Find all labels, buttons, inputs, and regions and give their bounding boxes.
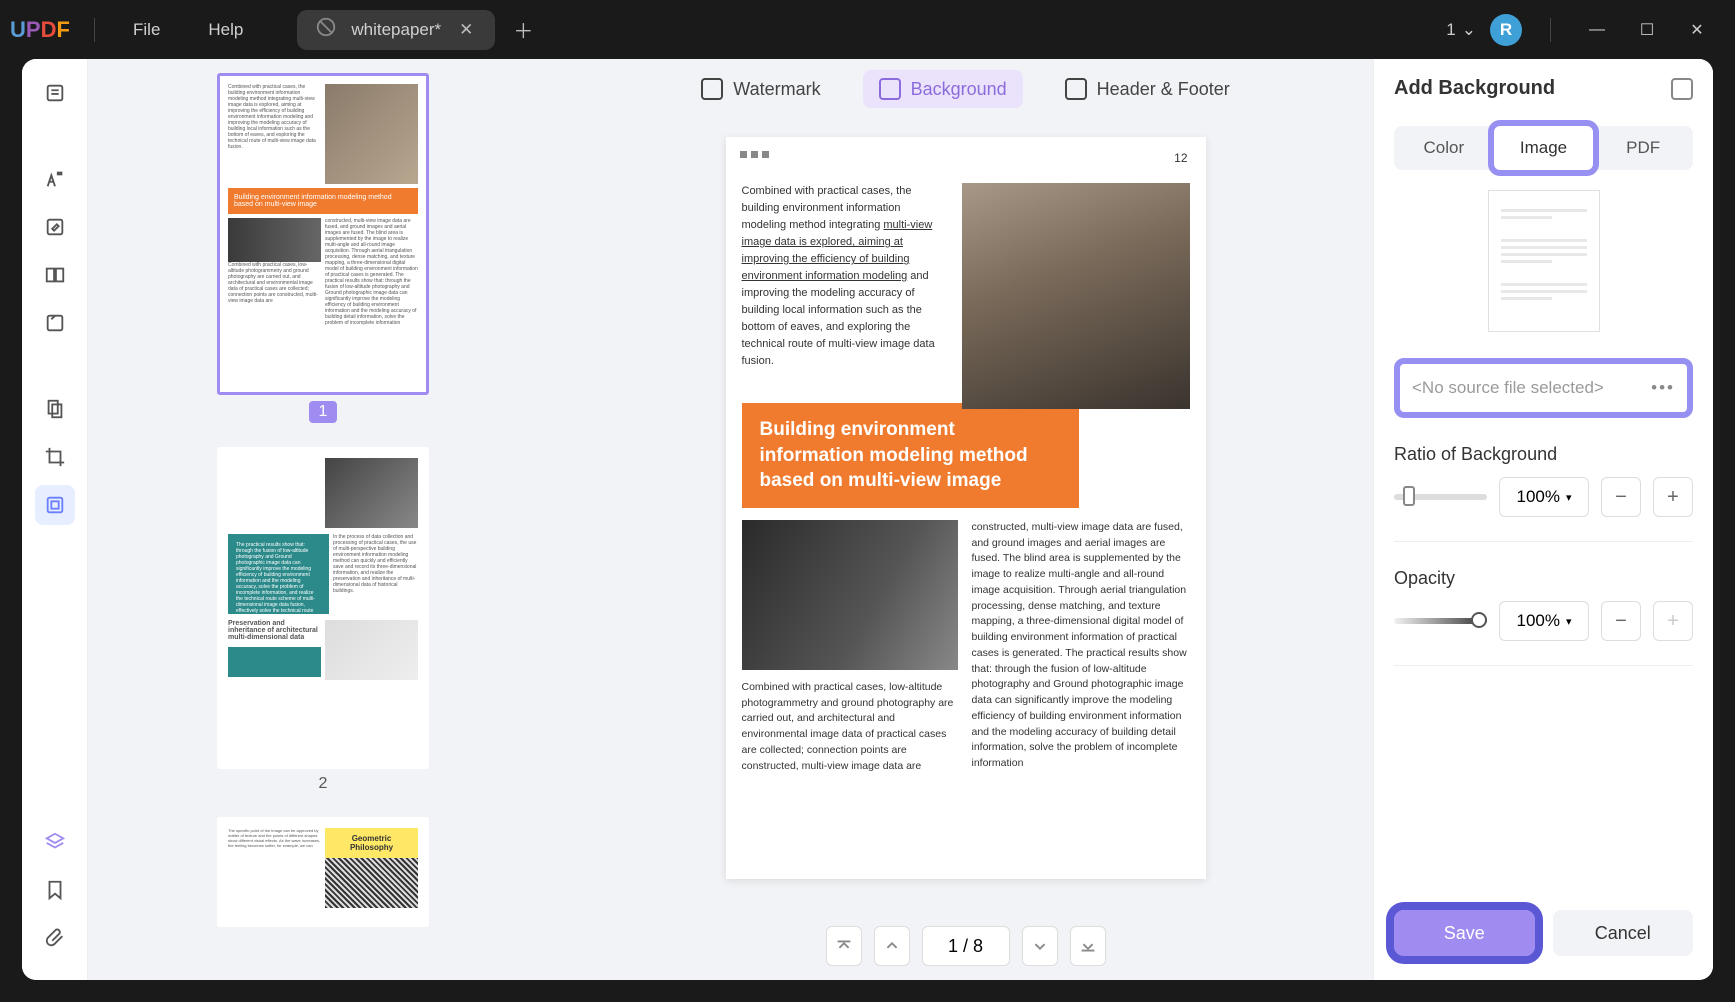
menu-file[interactable]: File: [109, 20, 184, 40]
tool-comment[interactable]: [35, 159, 75, 199]
minimize-button[interactable]: ―: [1579, 21, 1615, 39]
tool-attachment[interactable]: [35, 918, 75, 958]
header-footer-icon: [1065, 78, 1087, 100]
tab-watermark[interactable]: Watermark: [685, 70, 836, 108]
thumbnail-number-1: 1: [309, 401, 338, 423]
app-logo: UPDF: [0, 17, 80, 43]
save-button[interactable]: Save: [1394, 910, 1535, 956]
page-input[interactable]: 1 / 8: [922, 926, 1010, 966]
tool-crop[interactable]: [35, 437, 75, 477]
opacity-label: Opacity: [1394, 568, 1693, 589]
opacity-increase: +: [1653, 601, 1693, 641]
chevron-down-icon: ▾: [1566, 491, 1572, 504]
pagination: 1 / 8: [558, 912, 1373, 980]
cancel-button[interactable]: Cancel: [1553, 910, 1694, 956]
watermark-icon: [701, 78, 723, 100]
page-image-atrium: [962, 183, 1190, 409]
user-avatar[interactable]: R: [1490, 14, 1522, 46]
browse-button[interactable]: •••: [1651, 378, 1675, 398]
page-number: 12: [1174, 151, 1187, 165]
page-image-workstation: [742, 520, 958, 670]
tab-count[interactable]: 1⌄: [1446, 20, 1476, 40]
file-select-row[interactable]: <No source file selected> •••: [1394, 358, 1693, 418]
ratio-increase[interactable]: +: [1653, 477, 1693, 517]
document-icon: [315, 16, 337, 43]
tool-form[interactable]: [35, 303, 75, 343]
next-page-button[interactable]: [1022, 926, 1058, 966]
background-type-tabs: Color Image PDF: [1394, 126, 1693, 170]
last-page-button[interactable]: [1070, 926, 1106, 966]
reset-icon[interactable]: [1671, 78, 1693, 100]
tab-background[interactable]: Background: [863, 70, 1023, 108]
tab-title: whitepaper*: [351, 20, 441, 40]
page-tools-tabs: Watermark Background Header & Footer: [558, 59, 1373, 119]
thumbnail-page-2[interactable]: The practical results show that: through…: [217, 447, 429, 769]
page-title-block: Building environment information modelin…: [742, 403, 1079, 508]
new-tab-button[interactable]: ＋: [513, 15, 533, 44]
tab-pdf[interactable]: PDF: [1593, 126, 1693, 170]
opacity-slider[interactable]: [1394, 618, 1487, 624]
panel-title: Add Background: [1394, 77, 1693, 100]
tool-edit[interactable]: [35, 207, 75, 247]
maximize-button[interactable]: ☐: [1629, 20, 1665, 40]
thumbnail-page-3[interactable]: The specific point of the image can be a…: [217, 817, 429, 927]
titlebar: UPDF File Help whitepaper* ✕ ＋ 1⌄ R ― ☐ …: [0, 0, 1735, 59]
background-preview: [1488, 190, 1600, 332]
tool-layers[interactable]: [35, 822, 75, 862]
document-tab[interactable]: whitepaper* ✕: [297, 10, 495, 50]
prev-page-button[interactable]: [874, 926, 910, 966]
opacity-value[interactable]: 100%▾: [1499, 601, 1589, 641]
thumbnails-panel: Combined with practical cases, the build…: [88, 59, 558, 980]
tab-image[interactable]: Image: [1494, 126, 1594, 170]
tool-reader[interactable]: [35, 73, 75, 113]
tab-header-footer[interactable]: Header & Footer: [1049, 70, 1246, 108]
ratio-slider[interactable]: [1394, 494, 1487, 500]
thumbnail-page-1[interactable]: Combined with practical cases, the build…: [217, 73, 429, 395]
tool-ocr[interactable]: [35, 389, 75, 429]
thumbnail-number-2: 2: [319, 775, 328, 793]
file-placeholder: <No source file selected>: [1412, 378, 1604, 398]
tool-bookmark[interactable]: [35, 870, 75, 910]
background-icon: [879, 78, 901, 100]
tool-organize[interactable]: [35, 255, 75, 295]
close-tab-button[interactable]: ✕: [455, 16, 477, 44]
page-preview: 12 Combined with practical cases, the bu…: [726, 137, 1206, 879]
tab-color[interactable]: Color: [1394, 126, 1494, 170]
ratio-label: Ratio of Background: [1394, 444, 1693, 465]
ratio-value[interactable]: 100%▾: [1499, 477, 1589, 517]
chevron-down-icon: ▾: [1566, 615, 1572, 628]
vertical-toolbar: [22, 59, 88, 980]
chevron-down-icon: ⌄: [1462, 20, 1476, 40]
first-page-button[interactable]: [826, 926, 862, 966]
center-area: Watermark Background Header & Footer 12 …: [558, 59, 1373, 980]
opacity-decrease[interactable]: −: [1601, 601, 1641, 641]
close-window-button[interactable]: ✕: [1679, 20, 1715, 40]
add-background-panel: Add Background Color Image PDF <No sourc…: [1373, 59, 1713, 980]
menu-help[interactable]: Help: [184, 20, 267, 40]
tool-page-tools[interactable]: [35, 485, 75, 525]
ratio-decrease[interactable]: −: [1601, 477, 1641, 517]
